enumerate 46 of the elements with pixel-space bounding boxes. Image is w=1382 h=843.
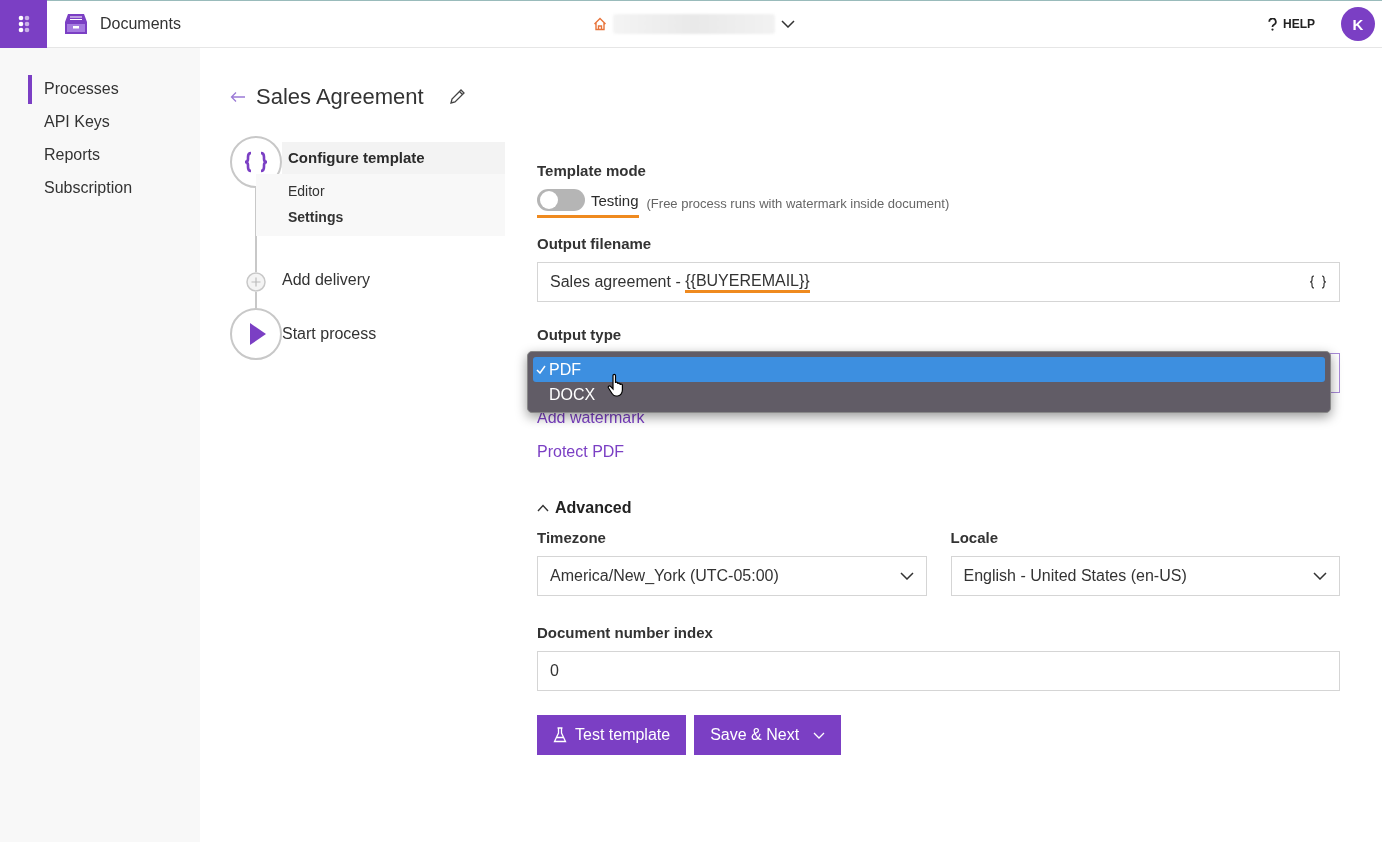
field-label: Timezone xyxy=(537,529,607,546)
toggle-switch[interactable] xyxy=(537,189,585,211)
chevron-down-icon xyxy=(899,572,914,580)
chevron-down-icon xyxy=(780,20,795,28)
apps-button[interactable] xyxy=(0,0,47,48)
grid-icon xyxy=(17,15,30,33)
substep-link[interactable]: Editor xyxy=(288,178,325,204)
substep-link[interactable]: Settings xyxy=(288,204,344,230)
question-icon xyxy=(1268,17,1277,31)
menu-option[interactable]: DOCX xyxy=(533,382,1325,407)
select-field[interactable]: America/New_York (UTC-05:00) xyxy=(537,556,927,596)
nav-item[interactable]: Subscription xyxy=(28,174,200,203)
home-icon xyxy=(592,17,607,31)
help-button[interactable]: HELP xyxy=(1262,16,1321,32)
nav-item[interactable]: API Keys xyxy=(28,108,200,137)
drawer-icon xyxy=(64,13,88,35)
field-label: Output filename xyxy=(537,235,653,252)
field-label: Locale xyxy=(950,529,1000,546)
back-arrow-icon[interactable] xyxy=(230,91,246,103)
field-label: Output type xyxy=(537,326,623,343)
braces-icon[interactable] xyxy=(1309,275,1327,289)
user-avatar[interactable]: K xyxy=(1341,7,1375,41)
pencil-icon[interactable] xyxy=(447,88,466,106)
chevron-down-icon xyxy=(813,731,826,739)
mode-note: (Free process runs with watermark inside document) xyxy=(646,196,950,211)
nav-item[interactable]: Processes xyxy=(28,75,200,104)
toggle-label: Testing xyxy=(591,191,639,209)
filename-field[interactable]: Sales agreement - {{BUYEREMAIL}} xyxy=(537,262,1340,302)
app-name: Documents xyxy=(100,15,181,33)
flask-icon xyxy=(553,727,567,743)
step-label[interactable]: Configure template xyxy=(282,142,505,174)
save-next-button[interactable]: Save & Next xyxy=(694,715,842,755)
field-label: Document number index xyxy=(537,624,714,641)
select-field[interactable]: English - United States (en-US) xyxy=(950,556,1340,596)
test-template-button[interactable]: Test template xyxy=(537,715,687,755)
link[interactable]: Protect PDF xyxy=(537,443,625,461)
step-label[interactable]: Add delivery xyxy=(282,270,505,290)
check-icon xyxy=(536,365,546,374)
number-field[interactable]: 0 xyxy=(537,651,1340,691)
advanced-toggle[interactable]: Advanced xyxy=(537,499,632,517)
page-title: Sales Agreement xyxy=(256,84,424,110)
chevron-up-icon xyxy=(537,504,549,512)
field-label: Template mode xyxy=(537,162,647,179)
nav-item[interactable]: Reports xyxy=(28,141,200,170)
step-label[interactable]: Start process xyxy=(282,308,505,360)
chevron-down-icon xyxy=(1313,572,1327,580)
